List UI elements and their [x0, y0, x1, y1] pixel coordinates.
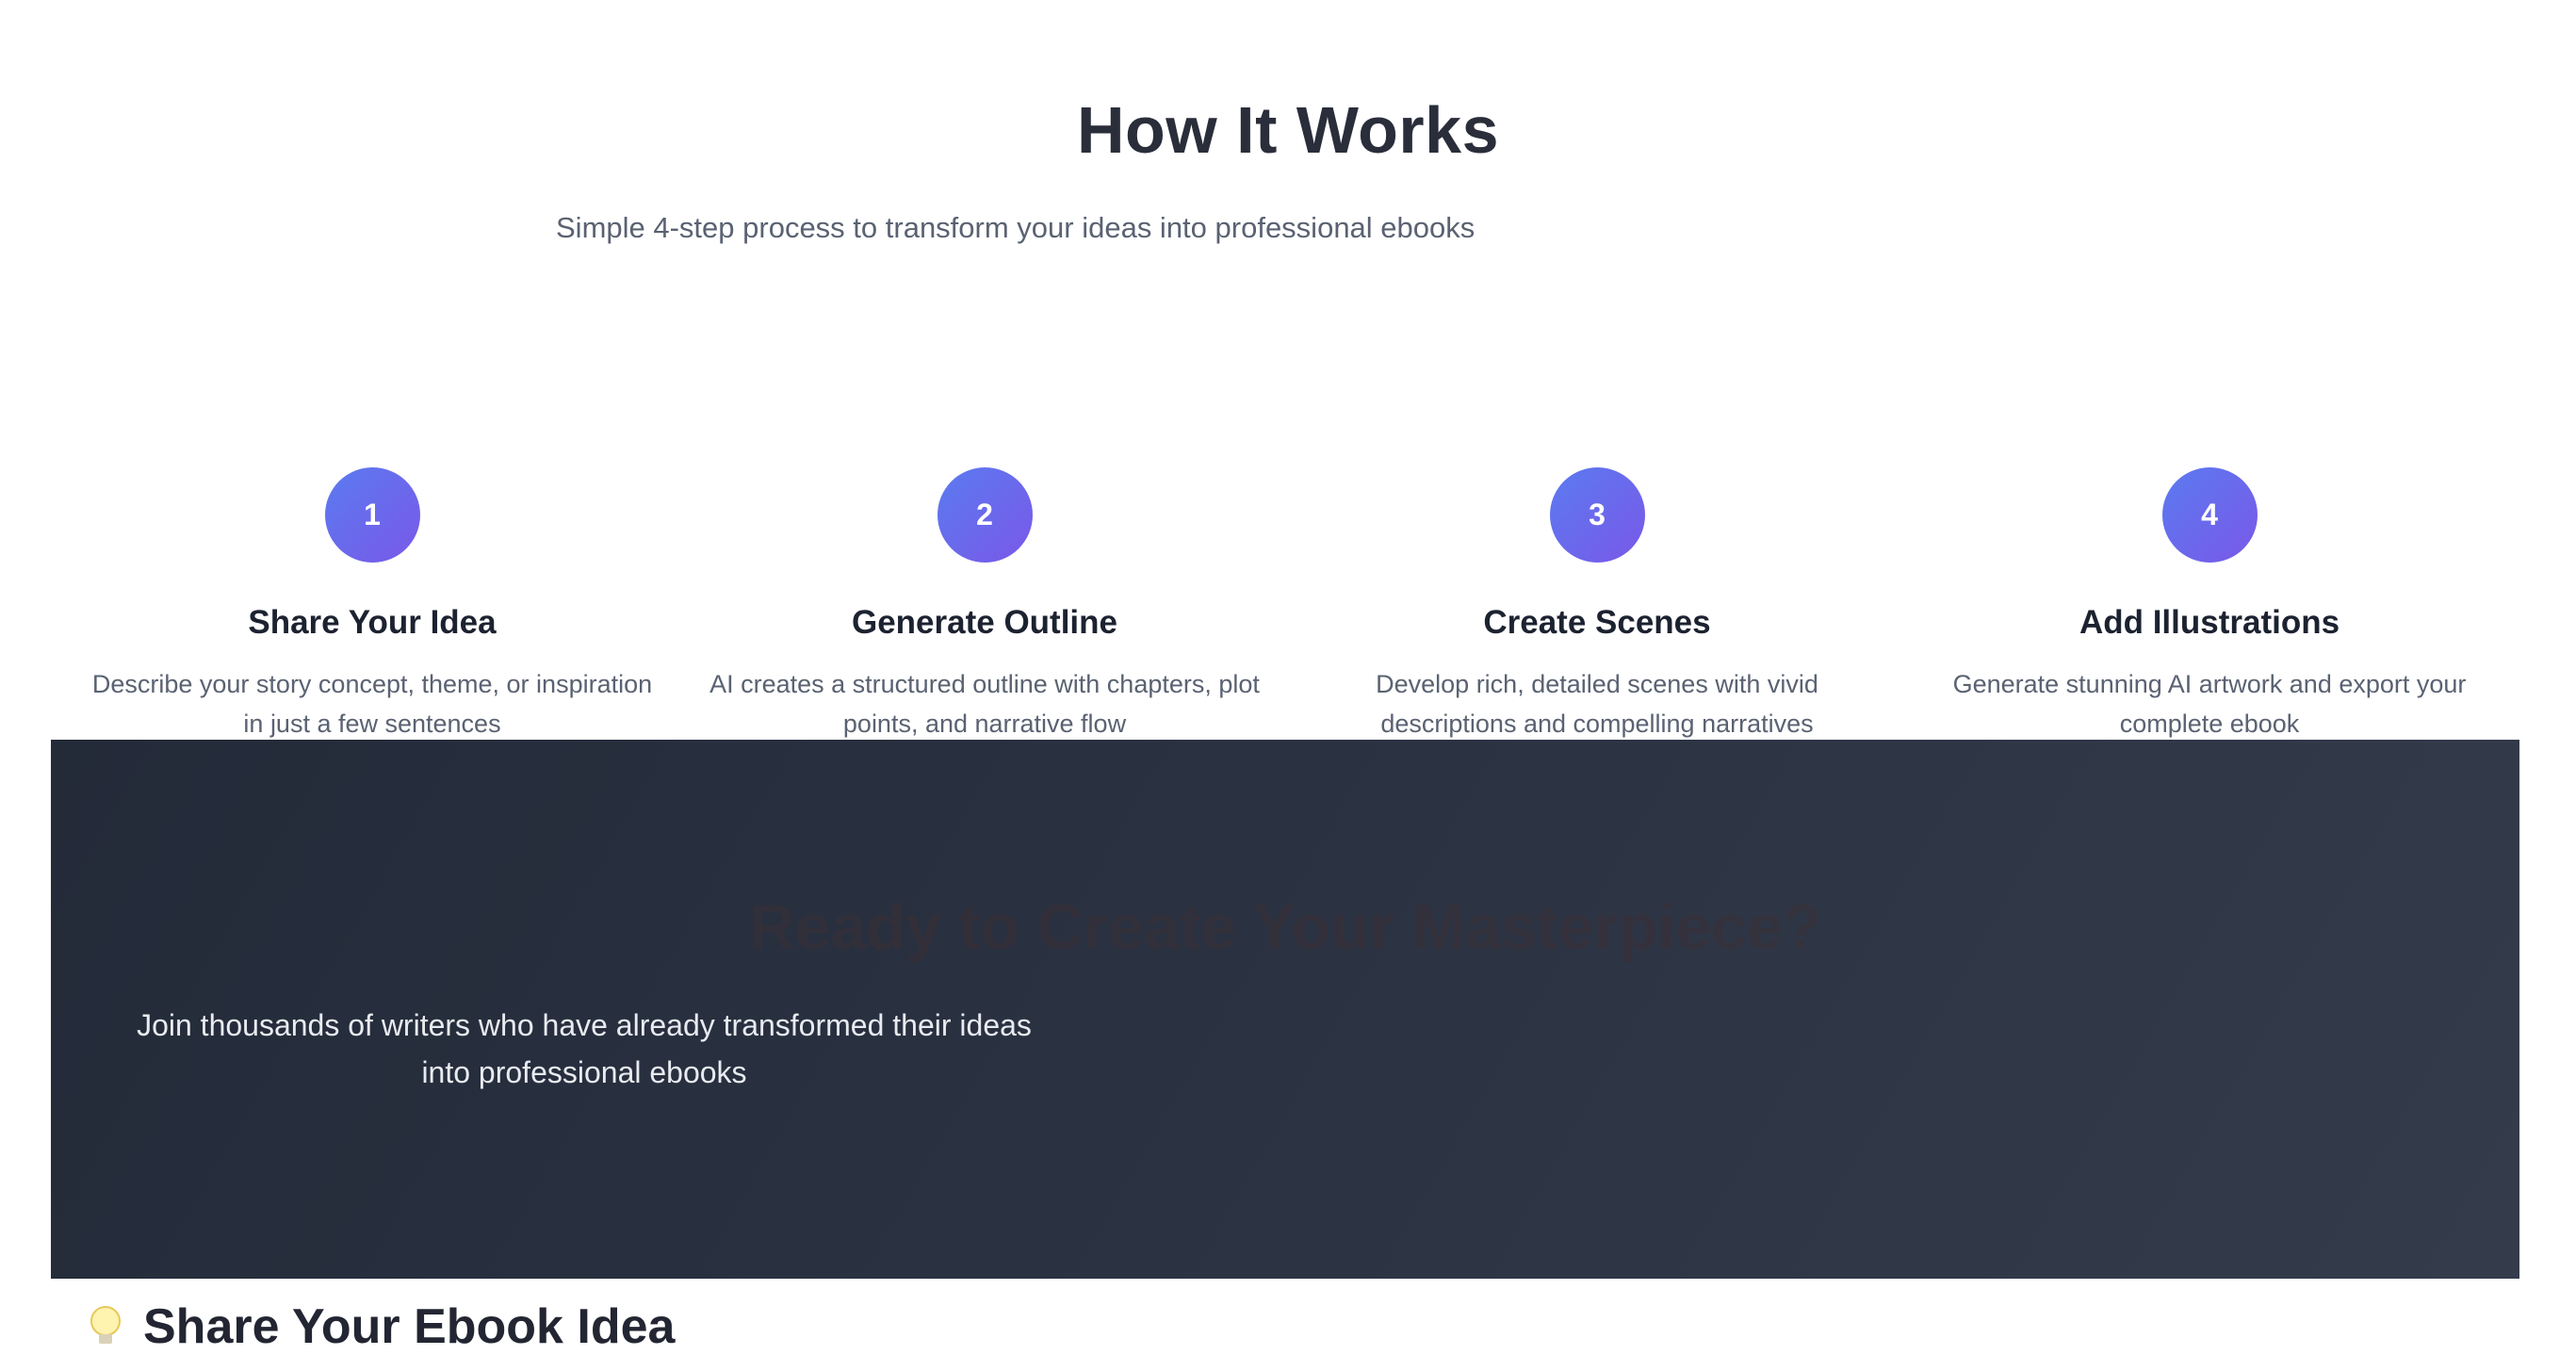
lightbulb-icon [90, 1306, 121, 1344]
step-create-scenes: 3 Create Scenes Develop rich, detailed s… [1291, 467, 1903, 743]
step-number-badge: 1 [324, 467, 420, 563]
step-generate-outline: 2 Generate Outline AI creates a structur… [678, 467, 1291, 743]
how-it-works-subtitle: Simple 4-step process to transform your … [556, 211, 1475, 244]
idea-section-header: Share Your Ebook Idea [87, 1298, 675, 1355]
step-add-illustrations: 4 Add Illustrations Generate stunning AI… [1903, 467, 2516, 743]
step-description: Develop rich, detailed scenes with vivid… [1376, 670, 1818, 738]
collapse-icon[interactable]: ⌃ [2504, 0, 2538, 8]
step-number-badge: 3 [1549, 467, 1645, 563]
step-title: Generate Outline [851, 604, 1118, 641]
step-share-idea: 1 Share Your Idea Describe your story co… [66, 467, 678, 743]
step-number-badge: 2 [937, 467, 1033, 563]
step-description: Generate stunning AI artwork and export … [1952, 670, 2467, 738]
steps-list: 1 Share Your Idea Describe your story co… [66, 467, 2516, 743]
step-description: AI creates a structured outline with cha… [709, 670, 1260, 738]
cta-banner: Ready to Create Your Masterpiece? Join t… [51, 740, 2519, 1279]
step-title: Create Scenes [1483, 604, 1711, 641]
step-title: Share Your Idea [248, 604, 497, 641]
idea-section-title: Share Your Ebook Idea [143, 1299, 676, 1354]
step-title: Add Illustrations [2079, 604, 2340, 641]
step-number-badge: 4 [2161, 467, 2258, 563]
cta-title: Ready to Create Your Masterpiece? [748, 891, 1822, 963]
how-it-works-title: How It Works [1076, 93, 1500, 167]
cta-description: Join thousands of writers who have alrea… [137, 1008, 1032, 1089]
step-description: Describe your story concept, theme, or i… [91, 670, 653, 738]
